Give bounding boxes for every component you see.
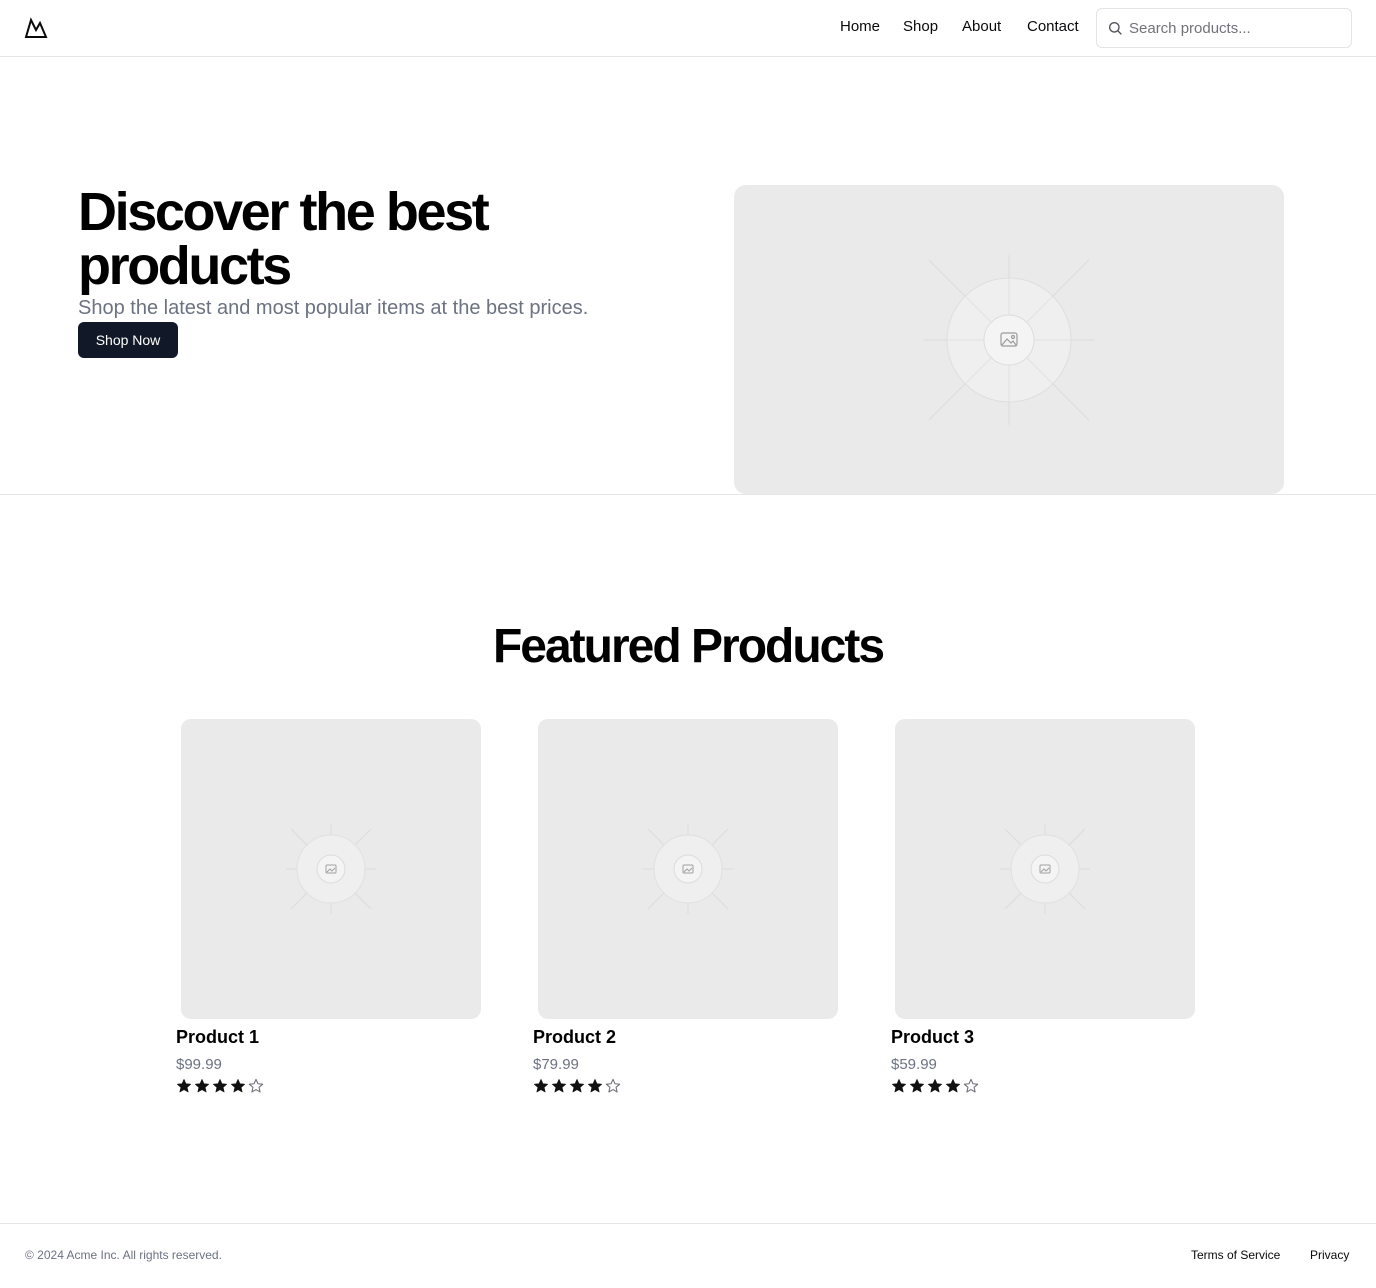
product-rating	[891, 1078, 979, 1096]
nav-home[interactable]: Home	[840, 18, 880, 35]
star-filled-icon	[892, 1079, 906, 1093]
star-filled-icon	[534, 1079, 548, 1093]
product-image	[181, 719, 481, 1019]
product-name: Product 2	[533, 1027, 617, 1047]
shop-now-button[interactable]: Shop Now	[78, 322, 178, 358]
star-outline-icon	[248, 1078, 264, 1093]
star-filled-icon	[910, 1079, 924, 1093]
nav-contact[interactable]: Contact	[1027, 18, 1079, 35]
star-filled-icon	[588, 1079, 602, 1093]
star-filled-icon	[213, 1079, 227, 1093]
site-footer: © 2024 Acme Inc. All rights reserved. Te…	[0, 1223, 1376, 1288]
star-filled-icon	[552, 1079, 566, 1093]
star-filled-icon	[946, 1079, 960, 1093]
hero-title: Discover the best products	[78, 182, 490, 296]
star-filled-icon	[928, 1079, 942, 1093]
star-outline-icon	[605, 1078, 621, 1093]
mountain-icon	[24, 17, 48, 38]
product-rating	[533, 1078, 621, 1096]
search-icon	[1109, 22, 1122, 35]
nav-about[interactable]: About	[962, 18, 1001, 35]
star-outline-icon	[963, 1078, 979, 1093]
product-rating	[176, 1078, 264, 1096]
privacy-link[interactable]: Privacy	[1310, 1248, 1349, 1262]
star-filled-icon	[570, 1079, 584, 1093]
featured-title: Featured Products	[492, 620, 885, 673]
image-placeholder-icon	[286, 824, 376, 914]
product-price: $79.99	[533, 1056, 579, 1073]
site-header: Home Shop About Contact	[0, 0, 1376, 57]
hero-subtitle: Shop the latest and most popular items a…	[78, 297, 589, 319]
terms-link[interactable]: Terms of Service	[1191, 1248, 1280, 1262]
product-price: $99.99	[176, 1056, 222, 1073]
hero-image	[734, 185, 1284, 494]
product-image	[538, 719, 838, 1019]
star-filled-icon	[231, 1079, 245, 1093]
product-name: Product 1	[176, 1027, 260, 1047]
copyright-text: © 2024 Acme Inc. All rights reserved.	[25, 1248, 222, 1262]
hero-section: Discover the best products Shop the late…	[0, 57, 1376, 495]
star-filled-icon	[195, 1079, 209, 1093]
image-placeholder-icon	[1000, 824, 1090, 914]
logo-link[interactable]	[24, 16, 48, 40]
product-price: $59.99	[891, 1056, 937, 1073]
star-filled-icon	[177, 1079, 191, 1093]
image-placeholder-icon	[643, 824, 733, 914]
search-box	[1096, 8, 1352, 48]
product-name: Product 3	[891, 1027, 975, 1047]
product-image	[895, 719, 1195, 1019]
search-input[interactable]	[1129, 10, 1345, 46]
nav-shop[interactable]: Shop	[903, 18, 938, 35]
image-placeholder-icon	[924, 255, 1094, 425]
